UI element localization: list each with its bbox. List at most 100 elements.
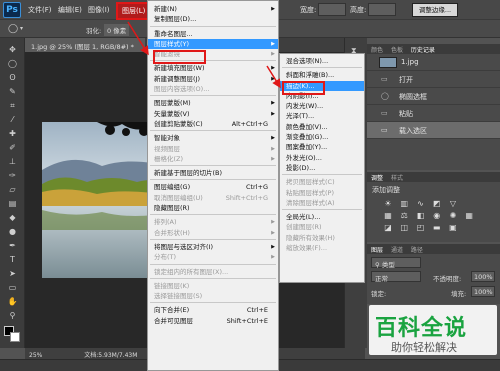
layer-kind-filter[interactable]: ⚲ 类型 xyxy=(371,257,421,269)
clone-stamp-tool-icon[interactable]: ⊥ xyxy=(6,156,19,167)
layer-menu-item: 视频图层 ▶ xyxy=(148,144,278,154)
gradient-tool-icon[interactable]: ▤ xyxy=(6,198,19,209)
menu-edit[interactable]: 编辑(E) xyxy=(58,5,82,15)
crop-tool-icon[interactable]: ⌗ xyxy=(6,100,19,111)
history-item[interactable]: ◯ 椭圆选框 xyxy=(367,88,500,105)
layer-menu-item-label: 合并可见图层 xyxy=(154,316,193,325)
style-submenu-item[interactable]: 投影(D)... xyxy=(280,163,364,173)
submenu-arrow-icon: ▶ xyxy=(271,155,275,162)
tab-channels[interactable]: 通道 xyxy=(391,245,403,254)
style-submenu-item[interactable]: 图案叠加(Y)... xyxy=(280,142,364,152)
layer-menu-item[interactable]: 图层样式(Y) ▶ xyxy=(148,38,278,50)
lasso-tool-icon[interactable]: ʘ xyxy=(6,72,19,83)
layer-menu-item[interactable]: 向下合并(E) Ctrl+E xyxy=(148,305,278,315)
vibrance-icon[interactable]: ▽ xyxy=(448,199,458,209)
chevron-down-icon[interactable]: ▾ xyxy=(20,25,23,32)
move-tool-icon[interactable]: ✥ xyxy=(6,44,19,55)
blur-tool-icon[interactable]: ◆ xyxy=(6,212,19,223)
tab-styles[interactable]: 样式 xyxy=(391,173,403,182)
brightness-icon[interactable]: ☀ xyxy=(383,199,393,209)
style-submenu-item-label: 外发光(O)... xyxy=(286,153,322,162)
style-submenu-item: 粘贴图层样式(P) xyxy=(280,188,364,198)
tab-adjustments[interactable]: 调整 xyxy=(371,173,383,182)
posterize-icon[interactable]: ◫ xyxy=(399,223,409,233)
shape-tool-icon[interactable]: ▭ xyxy=(6,282,19,293)
layer-menu-item-label: 选择链接图层(S) xyxy=(154,292,203,301)
layer-menu-item[interactable]: 新建(N) ▶ xyxy=(148,4,278,14)
menu-file[interactable]: 文件(F) xyxy=(28,5,52,15)
tab-history[interactable]: 历史记录 xyxy=(411,45,435,54)
exposure-icon[interactable]: ◩ xyxy=(432,199,442,209)
background-color-swatch[interactable] xyxy=(10,332,20,342)
style-submenu-item[interactable]: 全局光(L)... xyxy=(280,212,364,222)
quick-select-tool-icon[interactable]: ✎ xyxy=(6,86,19,97)
tab-paths[interactable]: 路径 xyxy=(411,245,423,254)
blend-mode-select[interactable]: 正常 xyxy=(371,271,421,283)
curves-icon[interactable]: ∿ xyxy=(415,199,425,209)
height-input[interactable] xyxy=(368,3,396,16)
black-white-icon[interactable]: ◧ xyxy=(415,211,425,221)
layer-menu-item[interactable]: 图层编组(G) Ctrl+G xyxy=(148,182,278,192)
menu-image[interactable]: 图像(I) xyxy=(88,5,110,15)
levels-icon[interactable]: ▥ xyxy=(399,199,409,209)
refine-edge-button[interactable]: 调整边缘... xyxy=(412,3,458,17)
layer-menu-item[interactable]: 智能对象 ▶ xyxy=(148,133,278,143)
style-submenu-item[interactable]: 光泽(T)... xyxy=(280,111,364,121)
history-item[interactable]: ▭ 打开 xyxy=(367,71,500,88)
layer-menu-item-label: 隐藏图层(R) xyxy=(154,204,190,213)
selective-color-icon[interactable]: ▣ xyxy=(448,223,458,233)
type-tool-icon[interactable]: T xyxy=(6,254,19,265)
tab-swatches[interactable]: 色板 xyxy=(391,45,403,54)
hue-saturation-icon[interactable]: ▦ xyxy=(383,211,393,221)
snapshot-thumbnail-icon xyxy=(379,57,397,68)
eraser-tool-icon[interactable]: ▱ xyxy=(6,184,19,195)
width-input[interactable] xyxy=(318,3,346,16)
style-submenu-item[interactable]: 斜面和浮雕(B)... xyxy=(280,70,364,80)
layer-menu-item-label: 新建调整图层(J) xyxy=(154,74,200,83)
layer-menu-item[interactable]: 矢量蒙版(V) ▶ xyxy=(148,109,278,119)
tab-color[interactable]: 颜色 xyxy=(371,45,383,54)
dodge-tool-icon[interactable]: ● xyxy=(6,226,19,237)
style-submenu-item[interactable]: 外发光(O)... xyxy=(280,153,364,163)
channel-mixer-icon[interactable]: ✺ xyxy=(448,211,458,221)
history-item[interactable]: ▭ 粘贴 xyxy=(367,105,500,122)
threshold-icon[interactable]: ◰ xyxy=(415,223,425,233)
zoom-level[interactable]: 25% xyxy=(29,352,42,359)
color-balance-icon[interactable]: ⚖ xyxy=(399,211,409,221)
ellipse-marquee-icon[interactable]: ◯ xyxy=(8,24,18,34)
style-submenu-item[interactable]: 颜色叠加(V)... xyxy=(280,122,364,132)
eyedropper-tool-icon[interactable]: ⁄ xyxy=(6,114,19,125)
healing-brush-tool-icon[interactable]: ✚ xyxy=(6,128,19,139)
photo-filter-icon[interactable]: ◉ xyxy=(432,211,442,221)
style-submenu-item[interactable]: 混合选项(N)... xyxy=(280,56,364,66)
opacity-input[interactable]: 100% xyxy=(471,271,495,282)
marquee-tool-icon[interactable]: ◯ xyxy=(6,58,19,69)
layer-menu-item-label: 取消图层编组(U) xyxy=(154,193,203,202)
history-brush-tool-icon[interactable]: ✑ xyxy=(6,170,19,181)
layer-menu-item[interactable]: 合并可见图层 Shift+Ctrl+E xyxy=(148,316,278,326)
shortcut-label: Shift+Ctrl+E xyxy=(226,316,268,325)
invert-icon[interactable]: ◪ xyxy=(383,223,393,233)
pen-tool-icon[interactable]: ✒ xyxy=(6,240,19,251)
layer-menu-item[interactable]: 复制图层(D)... xyxy=(148,14,278,24)
style-submenu-item: 拷贝图层样式(C) xyxy=(280,177,364,187)
gradient-map-icon[interactable]: ▬ xyxy=(432,223,442,233)
zoom-tool-icon[interactable]: ⚲ xyxy=(6,310,19,321)
hand-tool-icon[interactable]: ✋ xyxy=(6,296,19,307)
color-lookup-icon[interactable]: ▦ xyxy=(464,211,474,221)
brush-tool-icon[interactable]: ✐ xyxy=(6,142,19,153)
layer-menu-item[interactable]: 创建剪贴蒙版(C) Alt+Ctrl+G xyxy=(148,119,278,129)
fill-input[interactable]: 100% xyxy=(471,286,495,297)
tab-layers[interactable]: 图层 xyxy=(371,245,383,254)
style-submenu-item[interactable]: 渐变叠加(G)... xyxy=(280,132,364,142)
layer-menu-item: 排列(A) ▶ xyxy=(148,217,278,227)
history-snapshot[interactable]: 1.jpg xyxy=(367,54,500,71)
layer-menu-item[interactable]: 重命名图层... xyxy=(148,29,278,39)
history-item[interactable]: ▭ 载入选区 xyxy=(367,122,500,139)
layer-menu-item[interactable]: 将图层与选区对齐(I) ▶ xyxy=(148,242,278,252)
layer-menu-item[interactable]: 新建基于图层的切片(B) xyxy=(148,168,278,178)
style-submenu-item-label: 斜面和浮雕(B)... xyxy=(286,71,335,80)
layer-menu-item[interactable]: 隐藏图层(R) xyxy=(148,203,278,213)
path-select-tool-icon[interactable]: ➤ xyxy=(6,268,19,279)
style-submenu-item[interactable]: 内发光(W)... xyxy=(280,101,364,111)
